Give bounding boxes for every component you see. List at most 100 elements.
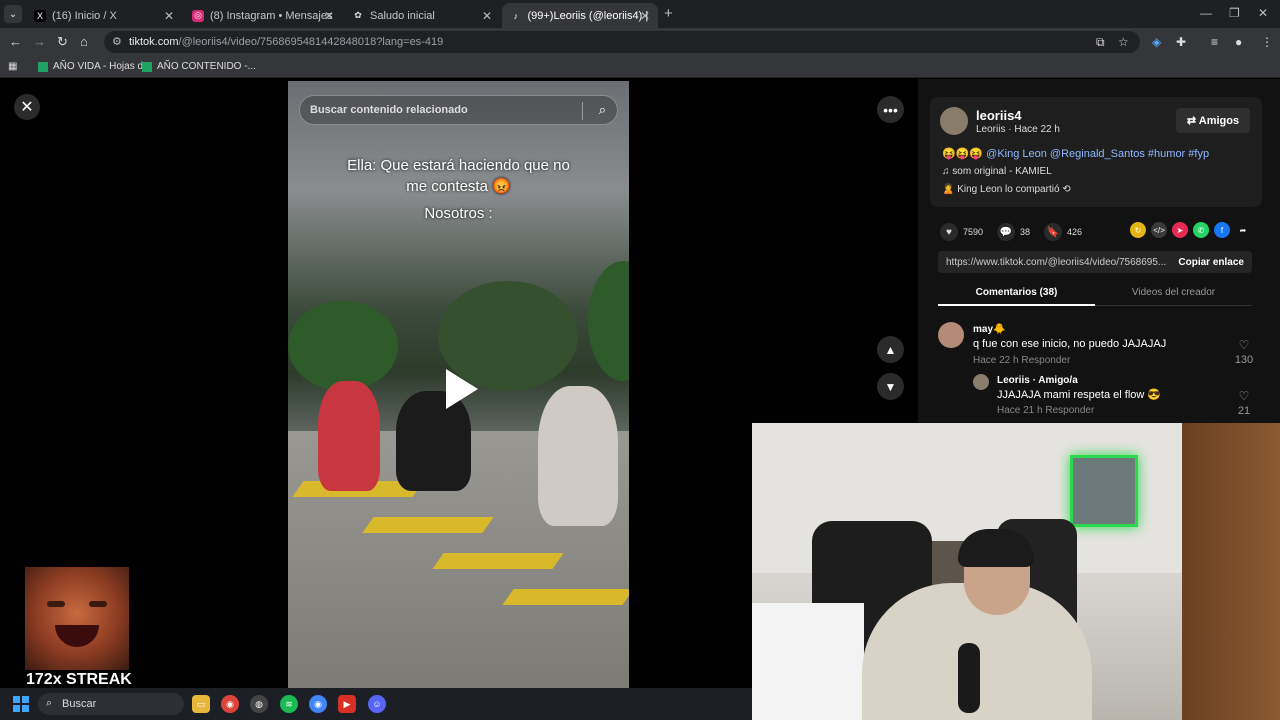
person-right-shape (538, 386, 618, 526)
tab-label: Saludo inicial (370, 9, 435, 22)
post-description: 😝😝😝 @King Leon @Reginald_Santos #humor #… (942, 148, 1210, 160)
embed-code-icon[interactable]: </> (1151, 222, 1167, 238)
related-search-input[interactable]: Buscar contenido relacionado ⌕ (299, 95, 618, 125)
restore-icon[interactable]: ❐ (1229, 6, 1240, 20)
back-icon[interactable]: ← (9, 34, 22, 49)
taskbar-search[interactable]: ⌕ Buscar (38, 693, 184, 715)
reload-icon[interactable]: ↻ (57, 34, 68, 50)
meme-eye (47, 601, 65, 607)
microphone-shape (958, 643, 980, 713)
comment-bubble-icon[interactable]: 💬 (997, 223, 1016, 241)
obs-icon[interactable]: ◍ (250, 695, 268, 713)
extension-icon[interactable]: ◈ (1152, 35, 1161, 49)
close-video-icon[interactable]: ✕ (14, 94, 40, 120)
avatar[interactable] (940, 107, 968, 135)
tiktok-icon: ♪ (513, 10, 518, 21)
tab-search-chevron-icon[interactable]: ⌄ (4, 5, 22, 23)
address-bar[interactable]: ⚙ tiktok.com/@leoriis4/video/75686954814… (104, 31, 1140, 53)
x-logo-icon: X (34, 9, 46, 22)
close-tab-icon[interactable]: ✕ (482, 9, 492, 23)
video-player[interactable]: Buscar contenido relacionado ⌕ Ella: Que… (288, 81, 629, 688)
profile-avatar-icon[interactable]: ● (1235, 35, 1242, 49)
menu-kebab-icon[interactable]: ⋮ (1261, 35, 1273, 49)
avatar[interactable] (973, 374, 989, 390)
close-tab-icon[interactable]: ✕ (164, 9, 174, 23)
tree-shape (288, 301, 398, 391)
facebook-icon[interactable]: f (1214, 222, 1230, 238)
whatsapp-icon[interactable]: ✆ (1193, 222, 1209, 238)
minimize-icon[interactable]: — (1200, 6, 1212, 20)
send-icon[interactable]: ➤ (1172, 222, 1188, 238)
like-heart-icon[interactable]: ♥ (940, 223, 958, 241)
bookmarks-bar: ▦ AÑO VIDA - Hojas d... AÑO CONTENIDO -.… (0, 56, 1280, 78)
search-icon[interactable]: ⌕ (599, 102, 606, 118)
discord-icon[interactable]: ☺ (368, 695, 386, 713)
share-link-text: https://www.tiktok.com/@leoriis4/video/7… (946, 257, 1167, 268)
comment-like-count: 21 (1237, 405, 1251, 417)
music-link[interactable]: ♫ som original - KAMIEL (942, 166, 1052, 177)
more-options-icon[interactable]: ••• (877, 96, 904, 123)
comment-like-icon[interactable]: ♡ (1232, 389, 1256, 403)
avatar[interactable] (938, 322, 964, 348)
friends-button[interactable]: ⇄ Amigos (1176, 108, 1250, 133)
apps-grid-icon[interactable]: ▦ (8, 61, 17, 72)
video-caption-line: me contesta 😡 (406, 178, 511, 195)
panel-tabs: Comentarios (38) Videos del creador (938, 282, 1252, 306)
tab-tiktok[interactable]: ♪ (99+)Leoriis (@leoriis4) | TikTok ✕ (502, 3, 658, 28)
tab-comments[interactable]: Comentarios (38) (938, 287, 1095, 306)
new-tab-icon[interactable]: + (664, 5, 673, 22)
url-text: tiktok.com/@leoriis4/video/7568695481442… (129, 36, 444, 48)
search-placeholder: Buscar contenido relacionado (310, 104, 468, 116)
chatgpt-icon: ✿ (354, 10, 362, 20)
comment-meta[interactable]: Hace 22 h Responder (973, 355, 1070, 366)
tab-x[interactable]: X (16) Inicio / X ✕ (26, 3, 182, 28)
comment-author[interactable]: Leoriis · Amigo/a (997, 375, 1078, 386)
media-controls-icon[interactable]: ≡ (1211, 35, 1218, 49)
bookmark-star-icon[interactable]: ☆ (1118, 35, 1129, 49)
comment-author[interactable]: may🐥 (973, 324, 1005, 335)
comment-like-count: 130 (1234, 354, 1254, 366)
extensions-puzzle-icon[interactable]: ✚ (1176, 35, 1186, 49)
close-window-icon[interactable]: ✕ (1258, 6, 1268, 20)
tab-chatgpt[interactable]: ✿ Saludo inicial ✕ (344, 3, 500, 28)
previous-video-icon[interactable]: ▲ (877, 336, 904, 363)
next-video-icon[interactable]: ▼ (877, 373, 904, 400)
file-explorer-icon[interactable]: ▭ (192, 695, 210, 713)
repost-icon[interactable]: ↻ (1130, 222, 1146, 238)
chrome-icon[interactable]: ◉ (221, 695, 239, 713)
site-info-icon[interactable]: ⚙ (112, 35, 122, 48)
windows-start-icon[interactable] (13, 696, 29, 712)
forward-icon[interactable]: → (33, 34, 46, 49)
comment-count: 38 (1020, 227, 1031, 237)
video-caption-line: Nosotros : (424, 205, 493, 222)
tab-label: (8) Instagram • Mensajes (210, 9, 333, 22)
install-app-icon[interactable]: ⧉ (1096, 35, 1105, 50)
save-count: 426 (1067, 227, 1083, 237)
bookmark-icon[interactable]: 🔖 (1044, 223, 1063, 241)
hashtag-links[interactable]: @King Leon @Reginald_Santos #humor #fyp (986, 148, 1209, 160)
comment-meta[interactable]: Hace 21 h Responder (997, 405, 1094, 416)
bookmark-ano-contenido[interactable]: AÑO CONTENIDO -... (142, 61, 256, 72)
comment-like-icon[interactable]: ♡ (1232, 338, 1256, 352)
share-arrow-icon[interactable]: ➦ (1235, 222, 1251, 238)
app-red-icon[interactable]: ▶ (338, 695, 356, 713)
video-caption-line: Ella: Que estará haciendo que no (347, 157, 570, 174)
meme-eye (89, 601, 107, 607)
tree-shape (588, 261, 629, 381)
close-tab-icon[interactable]: ✕ (324, 9, 334, 23)
search-icon: ⌕ (46, 697, 53, 709)
bookmark-ano-vida[interactable]: AÑO VIDA - Hojas d... (38, 61, 151, 72)
door-shape (1182, 423, 1280, 720)
desk-shape (752, 603, 864, 720)
streamer-hair-shape (958, 529, 1034, 567)
tab-instagram[interactable]: ◎ (8) Instagram • Mensajes ✕ (184, 3, 342, 28)
copy-link-button[interactable]: Copiar enlace (1178, 257, 1244, 268)
chrome-profile-icon[interactable]: ◉ (309, 695, 327, 713)
play-icon[interactable] (446, 369, 478, 409)
share-link-field[interactable]: https://www.tiktok.com/@leoriis4/video/7… (938, 251, 1252, 273)
close-tab-icon[interactable]: ✕ (640, 9, 650, 23)
home-icon[interactable]: ⌂ (80, 34, 88, 49)
author-username[interactable]: leoriis4 (976, 108, 1022, 123)
tab-creator-videos[interactable]: Videos del creador (1095, 287, 1252, 298)
spotify-icon[interactable]: ≋ (280, 695, 298, 713)
